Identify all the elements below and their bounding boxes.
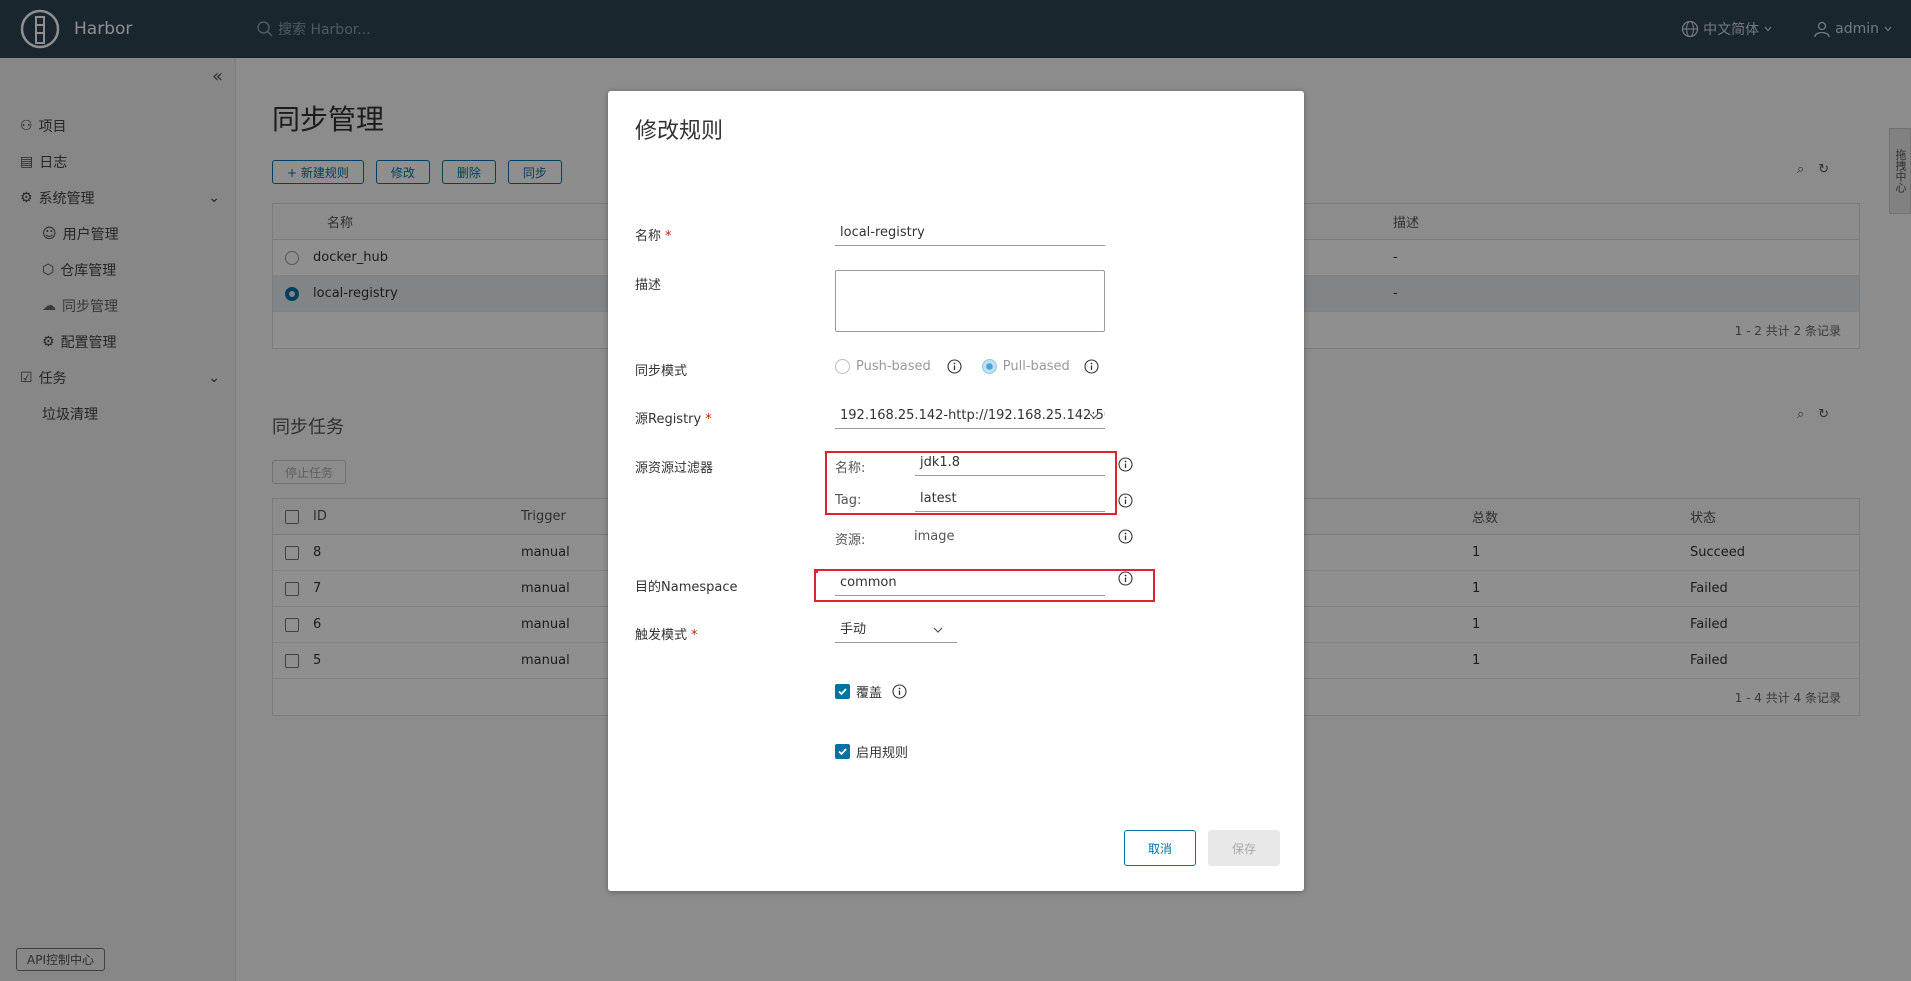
- info-icon[interactable]: [892, 684, 907, 699]
- namespace-label: 目的Namespace: [635, 580, 738, 595]
- mode-label: 同步模式: [635, 364, 688, 379]
- save-button[interactable]: 保存: [1208, 830, 1280, 866]
- override-label: 覆盖: [856, 686, 883, 701]
- trigger-label: 触发模式 *: [635, 628, 698, 643]
- override-checkbox[interactable]: 覆盖: [835, 682, 907, 701]
- filter-name-input[interactable]: jdk1.8: [915, 452, 1105, 476]
- name-input[interactable]: local-registry: [835, 222, 1105, 246]
- modal-title: 修改规则: [635, 119, 724, 144]
- namespace-input[interactable]: common: [835, 572, 1105, 596]
- enable-rule-label: 启用规则: [856, 746, 909, 761]
- filter-tag-input[interactable]: latest: [915, 488, 1105, 512]
- pull-based-radio[interactable]: [981, 359, 997, 374]
- filter-label: 源资源过滤器: [635, 461, 714, 476]
- enable-rule-checkbox[interactable]: 启用规则: [835, 742, 908, 761]
- description-textarea[interactable]: [835, 270, 1105, 332]
- info-icon[interactable]: [1084, 359, 1099, 374]
- registry-label: 源Registry *: [635, 412, 712, 427]
- info-icon[interactable]: [1118, 529, 1133, 544]
- cancel-button[interactable]: 取消: [1124, 830, 1196, 866]
- chevron-down-icon: [1088, 410, 1100, 422]
- filter-resource-label: 资源:: [835, 533, 866, 548]
- edit-rule-modal: 修改规则 名称 * local-registry 描述 同步模式 Push-bas…: [608, 91, 1304, 891]
- checkmark-icon: [835, 744, 850, 759]
- info-icon[interactable]: [1118, 493, 1133, 508]
- filter-name-label: 名称:: [835, 461, 866, 476]
- replication-mode-group: Push-based Pull-based: [835, 359, 1099, 374]
- registry-select[interactable]: 192.168.25.142-http://192.168.25.142:500…: [835, 405, 1105, 429]
- checkmark-icon: [835, 684, 850, 699]
- filter-resource-value: image: [914, 529, 955, 544]
- chevron-down-icon: [932, 624, 944, 636]
- info-icon[interactable]: [947, 359, 962, 374]
- filter-tag-label: Tag:: [835, 493, 862, 508]
- push-based-label: Push-based: [856, 359, 931, 374]
- info-icon[interactable]: [1118, 457, 1133, 472]
- name-label: 名称 *: [635, 229, 672, 244]
- push-based-radio[interactable]: [835, 359, 850, 374]
- pull-based-label: Pull-based: [1002, 359, 1070, 374]
- description-label: 描述: [635, 278, 662, 293]
- info-icon[interactable]: [1118, 571, 1133, 586]
